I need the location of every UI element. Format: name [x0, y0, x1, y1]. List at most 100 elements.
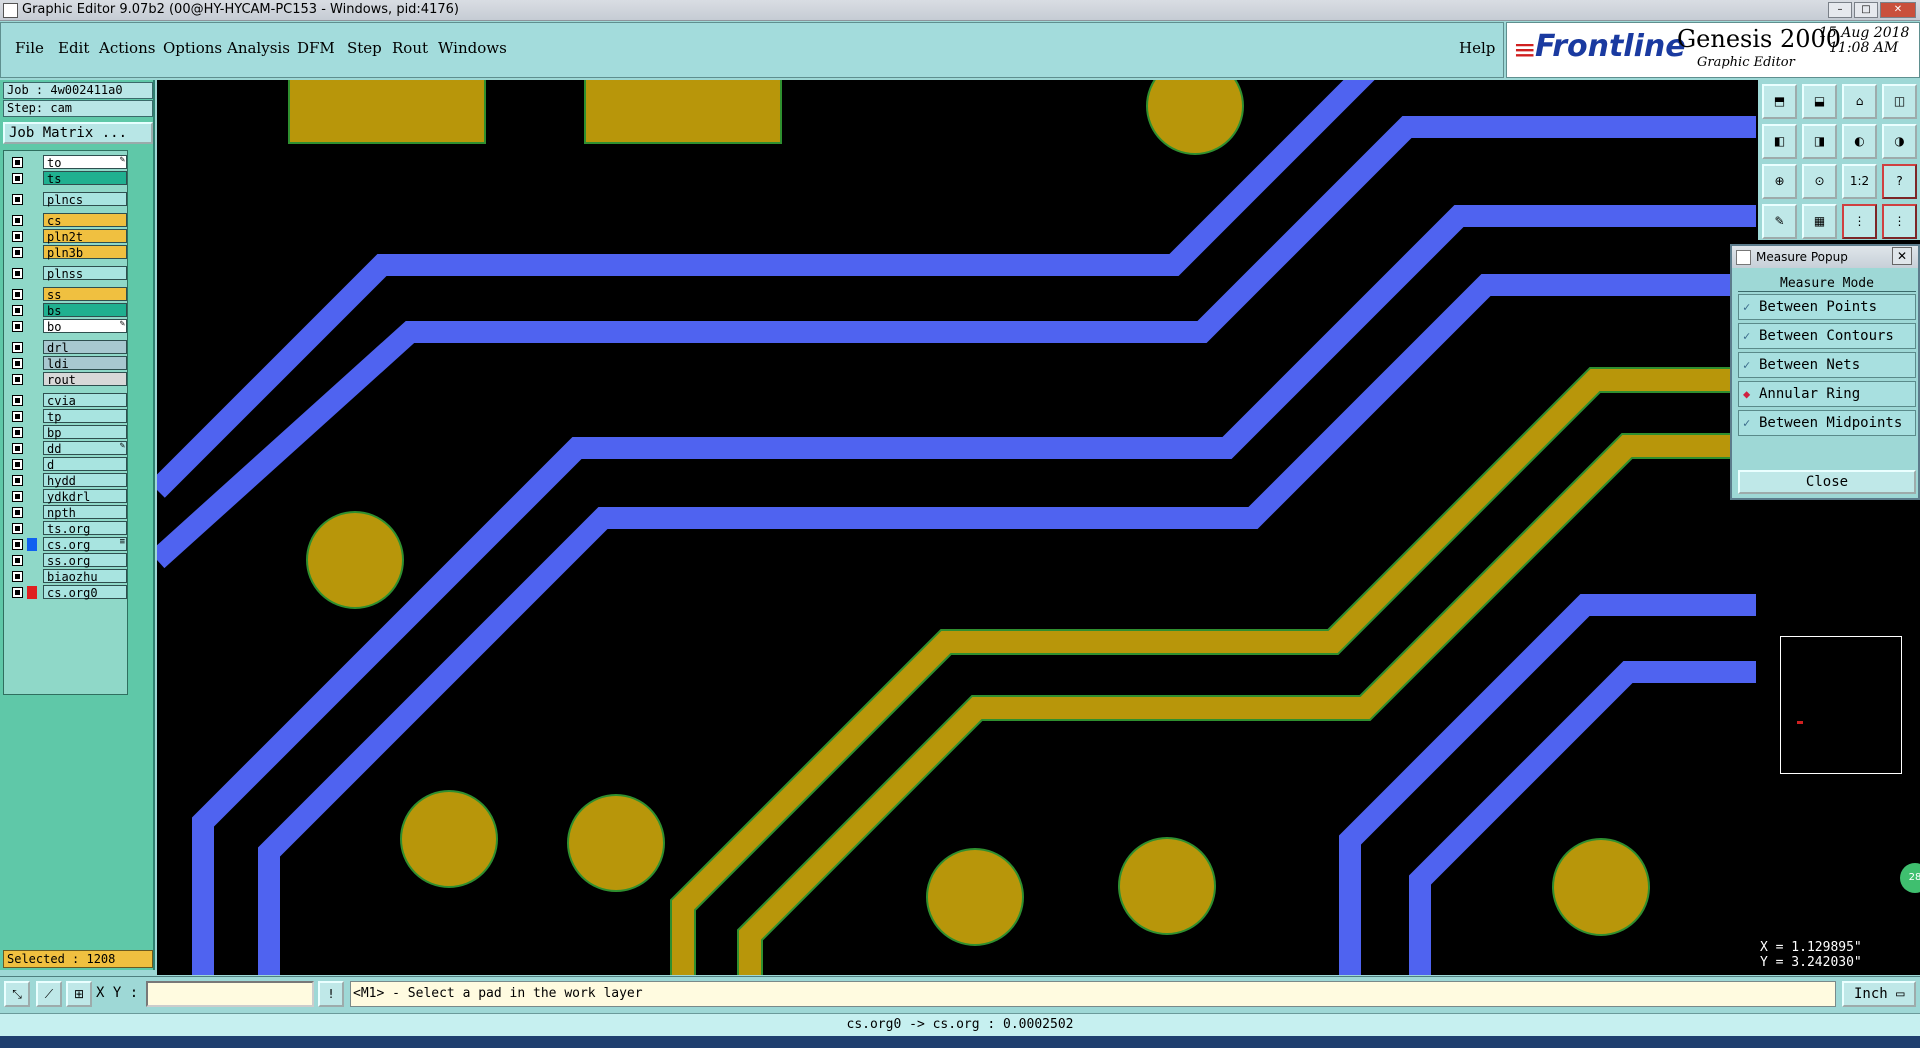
layer-row[interactable]: rout — [7, 372, 127, 387]
layer-checkbox[interactable] — [12, 321, 23, 332]
layer-checkbox[interactable] — [12, 374, 23, 385]
check-icon: ✓ — [1743, 300, 1751, 314]
pointer-tool-icon[interactable]: ⤡ — [4, 981, 30, 1007]
tool-ul-icon[interactable]: ⬒ — [1762, 84, 1797, 119]
layer-checkbox[interactable] — [12, 507, 23, 518]
layer-row[interactable]: cs.org0 — [7, 585, 127, 600]
layer-row[interactable]: ts.org — [7, 521, 127, 536]
layer-row[interactable]: ss.org — [7, 553, 127, 568]
layer-checkbox[interactable] — [12, 475, 23, 486]
tool-1:2-icon[interactable]: 1:2 — [1842, 164, 1877, 199]
layer-checkbox[interactable] — [12, 443, 23, 454]
unit-selector[interactable]: Inch ▭ — [1842, 981, 1916, 1007]
menu-dfm[interactable]: DFM — [297, 39, 335, 57]
menu-edit[interactable]: Edit — [58, 39, 89, 57]
layer-row[interactable]: pln2t — [7, 229, 127, 244]
floating-badge[interactable]: 28 — [1900, 863, 1920, 893]
layer-row[interactable]: dd ✎ — [7, 441, 127, 456]
measure-option[interactable]: ◆ Annular Ring — [1738, 381, 1916, 407]
layer-checkbox[interactable] — [12, 395, 23, 406]
tool-lr-icon[interactable]: ◐ — [1842, 124, 1877, 159]
tool-l-icon[interactable]: ◧ — [1762, 124, 1797, 159]
layer-row[interactable]: ldi — [7, 356, 127, 371]
layer-row[interactable]: ss — [7, 287, 127, 302]
tool-fit-icon[interactable]: ⊙ — [1802, 164, 1837, 199]
tool-zoom-icon[interactable]: ⊕ — [1762, 164, 1797, 199]
layer-checkbox[interactable] — [12, 358, 23, 369]
layer-row[interactable]: plnss — [7, 266, 127, 281]
minimize-button[interactable]: – — [1828, 2, 1852, 18]
tool-?-icon[interactable]: ? — [1882, 164, 1917, 199]
tool-align-icon[interactable]: ⋮ — [1882, 204, 1917, 239]
layer-checkbox[interactable] — [12, 268, 23, 279]
layer-checkbox[interactable] — [12, 571, 23, 582]
layer-row[interactable]: ydkdrl — [7, 489, 127, 504]
layer-checkbox[interactable] — [12, 539, 23, 550]
layer-row[interactable]: npth — [7, 505, 127, 520]
tool-grid-icon[interactable]: ▦ — [1802, 204, 1837, 239]
layer-row[interactable]: bo ✎ — [7, 319, 127, 334]
layer-checkbox[interactable] — [12, 459, 23, 470]
layer-checkbox[interactable] — [12, 289, 23, 300]
job-matrix-button[interactable]: Job Matrix ... — [3, 122, 153, 144]
grid-tool-icon[interactable]: ⊞ — [66, 981, 92, 1007]
layer-row[interactable]: drl — [7, 340, 127, 355]
layer-checkbox[interactable] — [12, 157, 23, 168]
layer-row[interactable]: to ✎ — [7, 155, 127, 170]
measure-option[interactable]: ✓ Between Midpoints — [1738, 410, 1916, 436]
layer-row[interactable]: ts — [7, 171, 127, 186]
layer-row[interactable]: cs — [7, 213, 127, 228]
tool-ur-icon[interactable]: ◫ — [1882, 84, 1917, 119]
layer-row[interactable]: bs — [7, 303, 127, 318]
measure-option-label: Between Nets — [1759, 357, 1861, 373]
layer-checkbox[interactable] — [12, 305, 23, 316]
menu-file[interactable]: File — [15, 39, 44, 57]
layer-row[interactable]: cs.org ≡ — [7, 537, 127, 552]
menu-options[interactable]: Options — [163, 39, 222, 57]
line-tool-icon[interactable]: ⟋ — [36, 981, 62, 1007]
tool-dl-icon[interactable]: ⬓ — [1802, 84, 1837, 119]
layer-checkbox[interactable] — [12, 587, 23, 598]
popup-close-icon[interactable]: ✕ — [1892, 247, 1912, 265]
tool-home-icon[interactable]: ⌂ — [1842, 84, 1877, 119]
layer-checkbox[interactable] — [12, 411, 23, 422]
layer-row[interactable]: plncs — [7, 192, 127, 207]
measure-option[interactable]: ✓ Between Contours — [1738, 323, 1916, 349]
layer-checkbox[interactable] — [12, 427, 23, 438]
layer-row[interactable]: cvia — [7, 393, 127, 408]
layer-row[interactable]: bp — [7, 425, 127, 440]
tool-snap-icon[interactable]: ⋮ — [1842, 204, 1877, 239]
layer-checkbox[interactable] — [12, 215, 23, 226]
menu-rout[interactable]: Rout — [392, 39, 428, 57]
measure-close-button[interactable]: Close — [1738, 470, 1916, 494]
layer-row[interactable]: pln3b — [7, 245, 127, 260]
menu-actions[interactable]: Actions — [99, 39, 155, 57]
measure-option[interactable]: ✓ Between Nets — [1738, 352, 1916, 378]
menu-windows[interactable]: Windows — [438, 39, 507, 57]
layer-row[interactable]: d — [7, 457, 127, 472]
layer-checkbox[interactable] — [12, 247, 23, 258]
layer-checkbox[interactable] — [12, 342, 23, 353]
overview-window[interactable] — [1780, 636, 1902, 774]
menu-step[interactable]: Step — [347, 39, 382, 57]
layer-checkbox[interactable] — [12, 555, 23, 566]
layer-row[interactable]: biaozhu — [7, 569, 127, 584]
layer-checkbox[interactable] — [12, 231, 23, 242]
layer-checkbox[interactable] — [12, 491, 23, 502]
xy-input[interactable] — [146, 981, 314, 1007]
maximize-button[interactable]: □ — [1854, 2, 1878, 18]
layer-checkbox[interactable] — [12, 194, 23, 205]
close-window-button[interactable]: ✕ — [1880, 2, 1916, 18]
graphic-canvas[interactable] — [157, 80, 1756, 975]
info-icon[interactable]: ! — [318, 981, 344, 1007]
menu-help[interactable]: Help — [1459, 39, 1495, 57]
layer-checkbox[interactable] — [12, 523, 23, 534]
tool-ud-icon[interactable]: ◑ — [1882, 124, 1917, 159]
layer-row[interactable]: hydd — [7, 473, 127, 488]
tool-feat-icon[interactable]: ✎ — [1762, 204, 1797, 239]
layer-checkbox[interactable] — [12, 173, 23, 184]
layer-row[interactable]: tp — [7, 409, 127, 424]
measure-option[interactable]: ✓ Between Points — [1738, 294, 1916, 320]
menu-analysis[interactable]: Analysis — [227, 39, 290, 57]
tool-r-icon[interactable]: ◨ — [1802, 124, 1837, 159]
